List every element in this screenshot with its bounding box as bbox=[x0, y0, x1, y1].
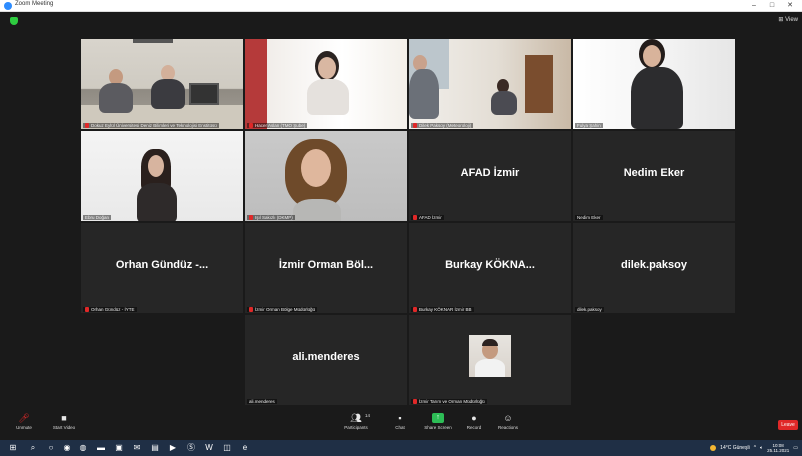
participant-name: Nedim Eker bbox=[623, 167, 685, 179]
weather-text[interactable]: 14°C Güneşli bbox=[720, 445, 750, 451]
store-icon[interactable]: ▣ bbox=[114, 443, 124, 453]
clock-date: 25.11.2021 bbox=[767, 448, 790, 453]
profile-photo-tile[interactable]: İzmir Tarım ve Orman Müdürlüğü bbox=[409, 315, 571, 405]
mic-muted-icon bbox=[413, 123, 417, 128]
mic-muted-icon bbox=[249, 215, 253, 220]
participant-label: Ebru Doğan bbox=[83, 215, 112, 220]
participants-button[interactable]: 👥︎ Participants 14 bbox=[336, 413, 376, 430]
participant-label: Dilek Paksoy (Meteoroloji) bbox=[411, 123, 474, 128]
video-feed bbox=[245, 131, 407, 221]
video-tile[interactable]: Dokuz Eylül Üniversitesi Deniz Bilimleri… bbox=[81, 39, 243, 129]
participant-label: Nedim Eker bbox=[575, 215, 603, 220]
leave-button[interactable]: Leave bbox=[778, 420, 798, 430]
notifications-icon[interactable]: ▭ bbox=[793, 445, 798, 451]
minimize-button[interactable]: – bbox=[746, 0, 762, 12]
video-feed bbox=[573, 39, 735, 129]
mic-muted-icon bbox=[413, 215, 417, 220]
view-button[interactable]: ⊞ View bbox=[778, 16, 798, 23]
app-icon[interactable]: ▤ bbox=[150, 443, 160, 453]
participant-name: İzmir Orman Böl... bbox=[278, 259, 374, 271]
participant-label: İzmir Tarım ve Orman Müdürlüğü bbox=[411, 399, 487, 404]
mic-muted-icon bbox=[249, 307, 253, 312]
windows-taskbar: ⊞ ⌕ ○ ◉ ◍ ▬ ▣ ✉ ▤ ▶ Ⓢ W ◫ e 14°C Güneşli… bbox=[0, 440, 802, 456]
window-titlebar: Zoom Meeting – □ ✕ bbox=[0, 0, 802, 12]
start-video-button[interactable]: ■ Start Video bbox=[44, 413, 84, 430]
video-tile-active-speaker[interactable]: Ebru Doğan bbox=[81, 131, 243, 221]
video-feed bbox=[409, 39, 571, 129]
participant-label: İzmir Orman Bölge Müdürlüğü bbox=[247, 307, 318, 312]
share-screen-button[interactable]: ↑ Share Screen bbox=[418, 413, 458, 430]
participant-label: Fulya Şahin bbox=[575, 123, 603, 128]
shield-icon[interactable] bbox=[10, 17, 18, 25]
chat-button[interactable]: ▪ Chat bbox=[380, 413, 420, 430]
participant-label: ali.menderes bbox=[247, 399, 277, 404]
name-tile[interactable]: Burkay KÖKNA... Burkay KÖKNAR İzmir BB bbox=[409, 223, 571, 313]
participant-name: Orhan Gündüz -... bbox=[115, 259, 209, 271]
clock[interactable]: 10:08 25.11.2021 bbox=[767, 443, 789, 453]
word-icon[interactable]: W bbox=[204, 443, 214, 453]
tray-chevron-icon[interactable]: ^ bbox=[754, 445, 756, 451]
meeting-toolbar: 🎤︎ Unmute ■ Start Video 👥︎ Participants … bbox=[0, 410, 802, 440]
video-tile[interactable]: Dilek Paksoy (Meteoroloji) bbox=[409, 39, 571, 129]
close-button[interactable]: ✕ bbox=[782, 0, 798, 12]
task-view-icon[interactable]: ○ bbox=[46, 443, 56, 453]
window-title: Zoom Meeting bbox=[15, 1, 54, 7]
participant-name: ali.menderes bbox=[292, 351, 360, 363]
video-feed bbox=[81, 39, 243, 129]
name-tile[interactable]: Orhan Gündüz -... Orhan Gündüz - İYTE bbox=[81, 223, 243, 313]
windows-start-icon[interactable]: ⊞ bbox=[8, 443, 18, 453]
video-tile[interactable]: Hacer Aslan (TMO Şube) bbox=[245, 39, 407, 129]
mic-muted-icon bbox=[85, 123, 89, 128]
chat-icon: ▪ bbox=[398, 413, 402, 423]
zoom-app-icon bbox=[4, 2, 12, 10]
search-icon[interactable]: ⌕ bbox=[28, 443, 38, 453]
mic-muted-icon bbox=[249, 123, 253, 128]
participants-icon: 👥︎ bbox=[350, 413, 362, 423]
zoom-taskbar-icon[interactable]: ▶ bbox=[168, 443, 178, 453]
mic-muted-icon bbox=[85, 307, 89, 312]
edge-icon[interactable]: e bbox=[240, 443, 250, 453]
skype-icon[interactable]: Ⓢ bbox=[186, 443, 196, 453]
video-tile[interactable]: Işıl Sakızlı (DKMP) bbox=[245, 131, 407, 221]
mic-muted-icon bbox=[413, 307, 417, 312]
share-screen-icon: ↑ bbox=[432, 413, 444, 423]
system-tray: 14°C Güneşli ^ 🔈︎ 10:08 25.11.2021 ▭ bbox=[710, 442, 798, 454]
reactions-icon: ☺ bbox=[503, 413, 513, 423]
record-icon: ● bbox=[471, 413, 477, 423]
video-camera-icon: ■ bbox=[61, 413, 67, 423]
mail-icon[interactable]: ✉ bbox=[132, 443, 142, 453]
participant-label: Orhan Gündüz - İYTE bbox=[83, 307, 137, 312]
video-tile[interactable]: Fulya Şahin bbox=[573, 39, 735, 129]
meeting-stage: ⊞ View Dokuz Eylül Üniversitesi Deniz Bi… bbox=[0, 12, 802, 410]
video-feed bbox=[245, 39, 407, 129]
participant-label: dilek.paksoy bbox=[575, 307, 604, 312]
participant-label: Burkay KÖKNAR İzmir BB bbox=[411, 307, 474, 312]
name-tile[interactable]: AFAD İzmir AFAD İzmir bbox=[409, 131, 571, 221]
participant-name: Burkay KÖKNA... bbox=[445, 259, 535, 271]
name-tile[interactable]: dilek.paksoy dilek.paksoy bbox=[573, 223, 735, 313]
participant-name: AFAD İzmir bbox=[460, 167, 520, 179]
mic-muted-icon: 🎤︎ bbox=[18, 413, 30, 423]
maximize-button[interactable]: □ bbox=[764, 0, 780, 12]
reactions-button[interactable]: ☺ Reactions bbox=[488, 413, 528, 430]
file-explorer-icon[interactable]: ▬ bbox=[96, 443, 106, 453]
participant-label: AFAD İzmir bbox=[411, 215, 444, 220]
profile-photo bbox=[469, 335, 511, 377]
participant-label: Dokuz Eylül Üniversitesi Deniz Bilimleri… bbox=[83, 123, 219, 128]
edge-browser-icon[interactable]: ◉ bbox=[62, 443, 72, 453]
participant-name: dilek.paksoy bbox=[620, 259, 688, 271]
video-feed bbox=[81, 131, 243, 221]
participant-label: Işıl Sakızlı (DKMP) bbox=[247, 215, 295, 220]
unmute-button[interactable]: 🎤︎ Unmute bbox=[4, 413, 44, 430]
name-tile[interactable]: ali.menderes ali.menderes bbox=[245, 315, 407, 405]
name-tile[interactable]: İzmir Orman Böl... İzmir Orman Bölge Müd… bbox=[245, 223, 407, 313]
participants-count: 14 bbox=[364, 413, 370, 418]
chrome-browser-icon[interactable]: ◍ bbox=[78, 443, 88, 453]
weather-sun-icon bbox=[710, 445, 717, 451]
name-tile[interactable]: Nedim Eker Nedim Eker bbox=[573, 131, 735, 221]
participant-label: Hacer Aslan (TMO Şube) bbox=[247, 123, 308, 128]
mic-muted-icon bbox=[413, 399, 417, 404]
outlook-icon[interactable]: ◫ bbox=[222, 443, 232, 453]
volume-icon[interactable]: 🔈︎ bbox=[760, 445, 763, 451]
